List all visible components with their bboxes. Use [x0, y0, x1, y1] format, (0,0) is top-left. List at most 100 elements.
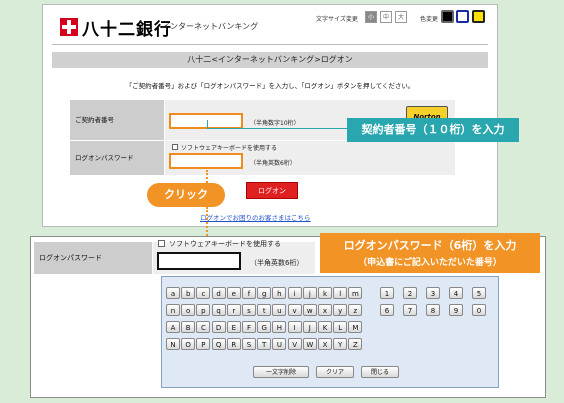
key-l[interactable]: l: [333, 287, 348, 299]
key-Y[interactable]: Y: [333, 338, 348, 350]
contract-number-note: （半角数字10桁）: [250, 120, 300, 127]
key-i[interactable]: i: [287, 287, 302, 299]
callout-connector-tick: [207, 120, 208, 129]
key-q[interactable]: q: [211, 304, 226, 316]
font-size-medium-button[interactable]: 中: [380, 11, 392, 23]
key-w[interactable]: w: [302, 304, 317, 316]
key-S[interactable]: S: [242, 338, 256, 350]
key-C[interactable]: C: [196, 321, 211, 333]
key-A[interactable]: A: [166, 321, 180, 333]
software-keyboard-label: ソフトウェアキーボードを使用する: [181, 145, 278, 152]
password-callout: ログオンパスワード（6桁）を入力 （申込書にご記入いただいた番号）: [320, 233, 540, 273]
software-keyboard-checkbox[interactable]: [172, 144, 178, 150]
key-Z[interactable]: Z: [348, 338, 363, 350]
clear-button[interactable]: クリア: [316, 366, 354, 378]
key-K[interactable]: K: [318, 321, 332, 333]
key-L[interactable]: L: [333, 321, 348, 333]
color-change-label: 色変更: [420, 16, 439, 23]
key-x[interactable]: x: [318, 304, 332, 316]
key-I[interactable]: I: [287, 321, 302, 333]
font-size-large-button[interactable]: 大: [395, 11, 407, 23]
key-n[interactable]: n: [166, 304, 180, 316]
key-c[interactable]: c: [196, 287, 211, 299]
key-2[interactable]: 2: [403, 287, 417, 299]
divider: [52, 44, 488, 45]
key-X[interactable]: X: [318, 338, 332, 350]
key-e[interactable]: e: [226, 287, 241, 299]
key-b[interactable]: b: [181, 287, 196, 299]
key-J[interactable]: J: [302, 321, 317, 333]
close-button[interactable]: 閉じる: [361, 366, 399, 378]
key-v[interactable]: v: [287, 304, 302, 316]
key-E[interactable]: E: [226, 321, 241, 333]
key-H[interactable]: H: [272, 321, 287, 333]
key-d[interactable]: d: [211, 287, 226, 299]
password-label: ログオンパスワード: [70, 141, 164, 175]
key-6[interactable]: 6: [380, 304, 394, 316]
page-title: 八十二<インターネットバンキング>ログオン: [52, 52, 488, 68]
key-k[interactable]: k: [318, 287, 332, 299]
zoom-password-note: （半角英数6桁）: [250, 259, 304, 267]
instruction-text: 「ご契約者番号」および「ログオンパスワード」を入力し、「ログオン」ボタンを押して…: [125, 82, 415, 90]
key-U[interactable]: U: [272, 338, 287, 350]
key-O[interactable]: O: [181, 338, 196, 350]
key-3[interactable]: 3: [426, 287, 440, 299]
key-5[interactable]: 5: [472, 287, 486, 299]
key-h[interactable]: h: [272, 287, 287, 299]
key-9[interactable]: 9: [449, 304, 463, 316]
password-callout-line2: （申込書にご記入いただいた番号）: [358, 258, 502, 268]
key-t[interactable]: t: [257, 304, 272, 316]
password-note: （半角英数6桁）: [250, 160, 296, 167]
key-s[interactable]: s: [242, 304, 256, 316]
key-M[interactable]: M: [348, 321, 363, 333]
key-p[interactable]: p: [196, 304, 211, 316]
key-a[interactable]: a: [166, 287, 180, 299]
key-o[interactable]: o: [181, 304, 196, 316]
color-yellow-button[interactable]: [472, 10, 485, 23]
key-f[interactable]: f: [242, 287, 256, 299]
color-blue-button[interactable]: [456, 10, 469, 23]
key-g[interactable]: g: [257, 287, 272, 299]
key-4[interactable]: 4: [449, 287, 463, 299]
key-m[interactable]: m: [348, 287, 363, 299]
key-8[interactable]: 8: [426, 304, 440, 316]
click-callout: クリック: [147, 183, 225, 207]
key-D[interactable]: D: [211, 321, 226, 333]
key-B[interactable]: B: [181, 321, 196, 333]
contract-number-input[interactable]: [169, 113, 243, 129]
password-input[interactable]: [169, 153, 243, 169]
key-V[interactable]: V: [287, 338, 302, 350]
key-y[interactable]: y: [333, 304, 348, 316]
zoom-password-label: ログオンパスワード: [34, 242, 152, 274]
bank-logo-icon: [60, 18, 78, 36]
key-T[interactable]: T: [257, 338, 272, 350]
key-1[interactable]: 1: [380, 287, 394, 299]
logon-button[interactable]: ログオン: [246, 182, 298, 199]
key-N[interactable]: N: [166, 338, 180, 350]
delete-one-button[interactable]: 一文字削除: [253, 366, 309, 378]
key-0[interactable]: 0: [472, 304, 486, 316]
key-W[interactable]: W: [302, 338, 317, 350]
key-7[interactable]: 7: [403, 304, 417, 316]
click-dotted-line-top: [206, 170, 208, 183]
font-size-label: 文字サイズ変更: [316, 16, 358, 23]
callout-connector: [207, 128, 347, 129]
service-subtitle: インターネットバンキング: [162, 22, 259, 31]
key-r[interactable]: r: [226, 304, 241, 316]
key-F[interactable]: F: [242, 321, 256, 333]
logon-help-link[interactable]: ログオンでお困りのお客さまはこちら: [200, 212, 311, 222]
key-u[interactable]: u: [272, 304, 287, 316]
font-size-small-button[interactable]: 小: [365, 11, 377, 23]
key-G[interactable]: G: [257, 321, 272, 333]
key-P[interactable]: P: [196, 338, 211, 350]
password-callout-line1: ログオンパスワード（6桁）を入力: [343, 239, 517, 252]
key-R[interactable]: R: [226, 338, 241, 350]
key-Q[interactable]: Q: [211, 338, 226, 350]
key-j[interactable]: j: [302, 287, 317, 299]
zoom-password-input[interactable]: [157, 252, 241, 270]
zoom-software-keyboard-label: ソフトウェアキーボードを使用する: [169, 240, 281, 248]
color-black-button[interactable]: [441, 10, 454, 23]
key-z[interactable]: z: [348, 304, 363, 316]
zoom-software-keyboard-checkbox[interactable]: [158, 240, 165, 247]
contract-number-label: ご契約者番号: [70, 100, 164, 140]
